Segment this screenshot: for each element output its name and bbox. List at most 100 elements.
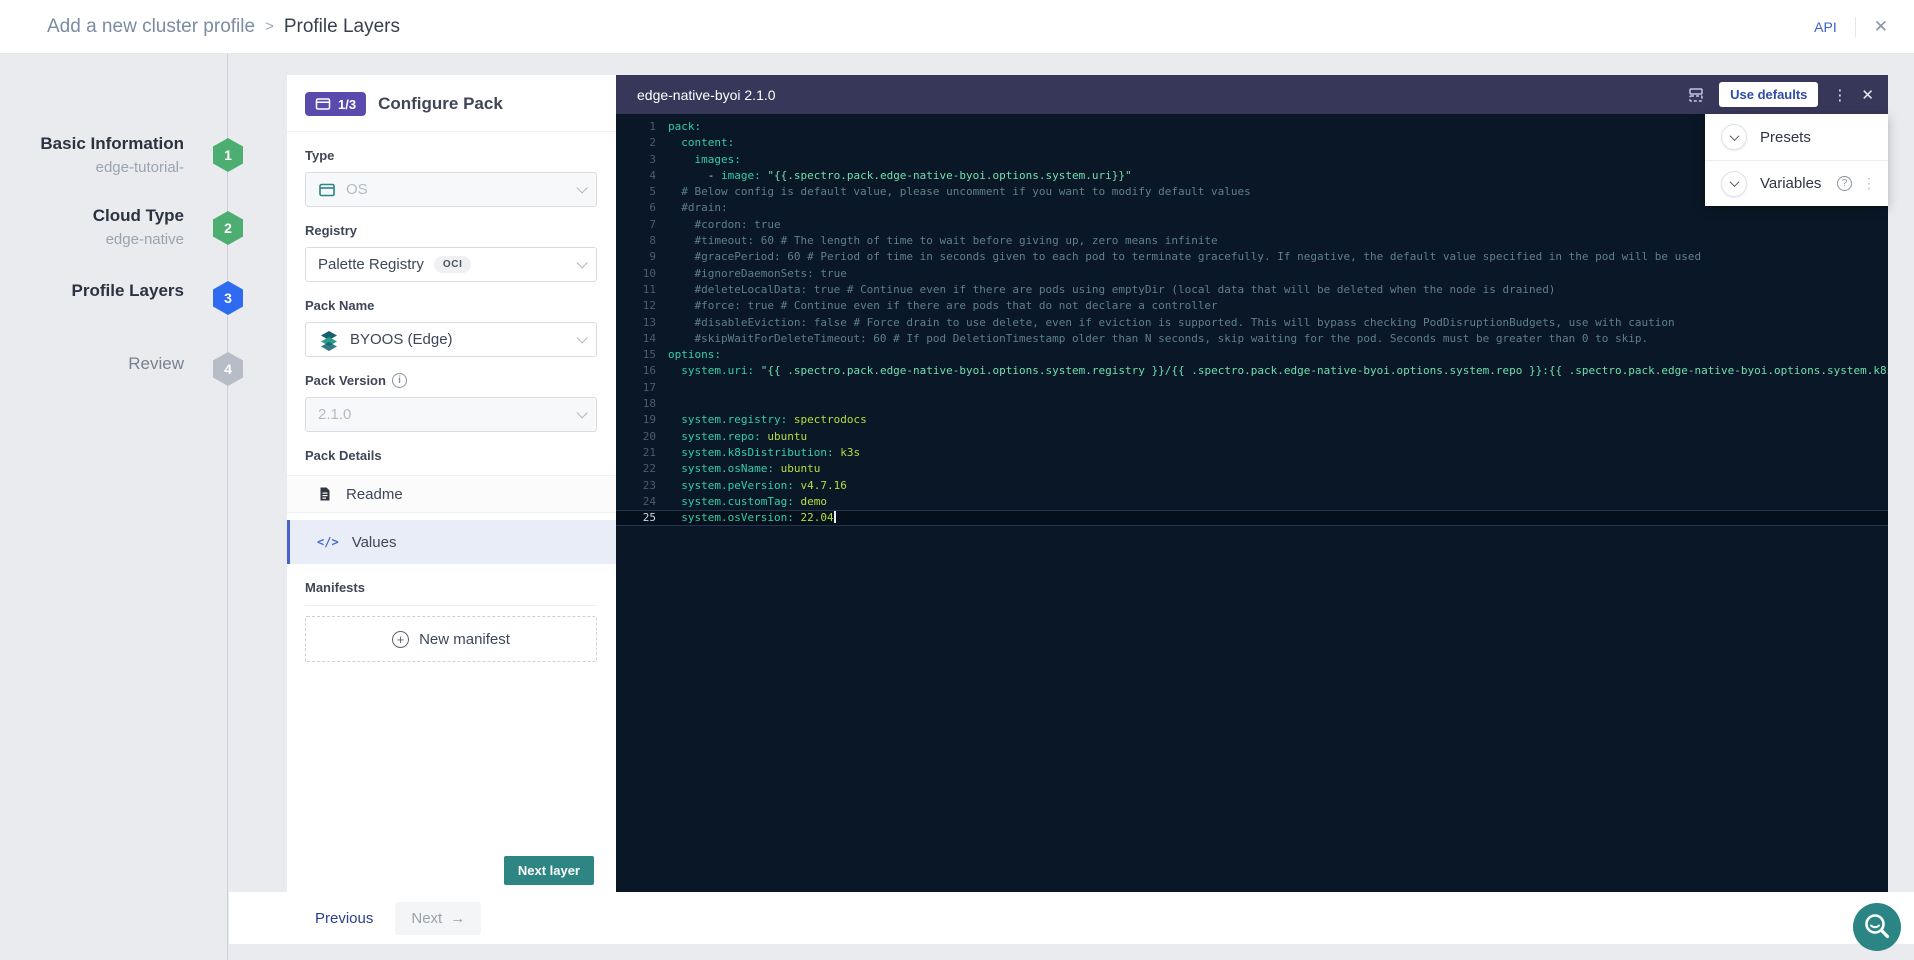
presets-row[interactable]: Presets — [1705, 114, 1888, 160]
add-cluster-profile-page: Add a new cluster profile > Profile Laye… — [0, 0, 1914, 960]
variables-expand-button[interactable] — [1721, 171, 1747, 197]
step-profile-layers[interactable]: Profile Layers — [72, 281, 184, 301]
code-line[interactable]: 6 #drain: — [616, 200, 1888, 216]
values-tab-label: Values — [352, 534, 397, 551]
code-line[interactable]: 11 #deleteLocalData: true # Continue eve… — [616, 282, 1888, 298]
code-line[interactable]: 14 #skipWaitForDeleteTimeout: 60 # If po… — [616, 331, 1888, 347]
step-review[interactable]: Review — [128, 354, 184, 374]
chevron-down-icon — [576, 182, 587, 193]
previous-button[interactable]: Previous — [315, 910, 373, 927]
code-line[interactable]: 1pack: — [616, 119, 1888, 135]
variables-row[interactable]: Variables ? ⋮ — [1705, 160, 1888, 206]
next-button-label: Next — [411, 910, 442, 927]
breadcrumb: Add a new cluster profile > Profile Laye… — [47, 16, 400, 38]
step-subtitle: edge-native — [93, 231, 184, 248]
editor-kebab-icon[interactable]: ⋮ — [1832, 86, 1847, 104]
step-indicator-1[interactable]: 1 — [213, 138, 243, 172]
code-line[interactable]: 15options: — [616, 347, 1888, 363]
new-manifest-label: New manifest — [419, 631, 510, 648]
help-widget-button[interactable] — [1853, 903, 1901, 951]
chevron-down-icon — [1729, 131, 1739, 141]
code-line[interactable]: 20 system.repo: ubuntu — [616, 429, 1888, 445]
variables-kebab-icon[interactable]: ⋮ — [1862, 175, 1876, 192]
code-line[interactable]: 2 content: — [616, 135, 1888, 151]
oci-badge: OCI — [434, 256, 472, 273]
new-manifest-button[interactable]: + New manifest — [305, 616, 597, 662]
info-icon[interactable]: i — [392, 373, 407, 388]
step-basic-information[interactable]: Basic Information edge-tutorial- — [40, 134, 184, 176]
code-line[interactable]: 17 — [616, 380, 1888, 396]
code-icon: </> — [317, 535, 339, 549]
os-pack-icon — [318, 181, 336, 199]
code-line[interactable]: 24 system.customTag: demo — [616, 494, 1888, 510]
step-indicator-2[interactable]: 2 — [213, 211, 243, 245]
editor-flyout-menu: Presets Variables ? ⋮ — [1705, 114, 1888, 206]
variables-label: Variables — [1760, 175, 1821, 192]
presets-expand-button[interactable] — [1721, 124, 1747, 150]
configure-pack-panel: 1/3 Configure Pack Type OS Registry Pale… — [287, 75, 616, 892]
pack-details-label: Pack Details — [305, 448, 597, 463]
text-cursor — [834, 511, 836, 523]
code-line[interactable]: 12 #force: true # Continue even if there… — [616, 298, 1888, 314]
code-line[interactable]: 10 #ignoreDaemonSets: true — [616, 266, 1888, 282]
code-line[interactable]: 8 #timeout: 60 # The length of time to w… — [616, 233, 1888, 249]
values-editor: edge-native-byoi 2.1.0 Use defaults ⋮ ✕ … — [616, 75, 1888, 892]
chevron-down-icon — [576, 257, 587, 268]
help-icon[interactable]: ? — [1837, 176, 1852, 191]
code-line[interactable]: 16 system.uri: "{{ .spectro.pack.edge-na… — [616, 363, 1888, 379]
topbar-divider — [1855, 17, 1856, 37]
page-title: Profile Layers — [284, 16, 400, 38]
wizard-footer: Previous Next → — [229, 892, 1914, 944]
next-button[interactable]: Next → — [395, 902, 481, 935]
chevron-down-icon — [1729, 177, 1739, 187]
editor-title: edge-native-byoi 2.1.0 — [637, 87, 776, 103]
manifests-label: Manifests — [305, 580, 597, 595]
pack-step-count: 1/3 — [338, 97, 356, 112]
code-line[interactable]: 3 images: — [616, 152, 1888, 168]
registry-select[interactable]: Palette Registry OCI — [305, 247, 597, 282]
step-number: 1 — [224, 147, 232, 163]
pack-name-label: Pack Name — [305, 298, 597, 313]
type-select[interactable]: OS — [305, 172, 597, 207]
pack-name-value: BYOOS (Edge) — [350, 331, 453, 348]
pack-version-value: 2.1.0 — [318, 406, 351, 423]
panel-divider — [287, 131, 616, 132]
code-line[interactable]: 23 system.peVersion: v4.7.16 — [616, 478, 1888, 494]
code-line[interactable]: 22 system.osName: ubuntu — [616, 461, 1888, 477]
yaml-code-area[interactable]: 1pack:2 content:3 images:4 - image: "{{.… — [616, 114, 1888, 892]
pack-version-select[interactable]: 2.1.0 — [305, 397, 597, 432]
step-indicator-3[interactable]: 3 — [213, 281, 243, 315]
use-defaults-button[interactable]: Use defaults — [1719, 82, 1818, 107]
code-line[interactable]: 4 - image: "{{.spectro.pack.edge-native-… — [616, 168, 1888, 184]
code-line[interactable]: 9 #gracePeriod: 60 # Period of time in s… — [616, 249, 1888, 265]
editor-close-icon[interactable]: ✕ — [1861, 86, 1874, 104]
values-tab[interactable]: </> Values — [287, 520, 616, 564]
pack-step-badge: 1/3 — [305, 92, 366, 116]
code-line[interactable]: 13 #disableEviction: false # Force drain… — [616, 315, 1888, 331]
step-title: Basic Information — [40, 134, 184, 154]
code-line[interactable]: 7 #cordon: true — [616, 217, 1888, 233]
chevron-down-icon — [576, 332, 587, 343]
manifests-divider — [305, 605, 597, 606]
code-line[interactable]: 5 # Below config is default value, pleas… — [616, 184, 1888, 200]
code-line[interactable]: 25 system.osVersion: 22.04 — [616, 510, 1888, 526]
diff-view-icon[interactable] — [1687, 86, 1705, 104]
step-number: 3 — [224, 290, 232, 306]
next-layer-button[interactable]: Next layer — [504, 856, 594, 885]
close-icon[interactable]: ✕ — [1874, 17, 1888, 37]
pack-version-label-text: Pack Version — [305, 373, 386, 388]
step-cloud-type[interactable]: Cloud Type edge-native — [93, 206, 184, 248]
chevron-down-icon — [576, 407, 587, 418]
code-line[interactable]: 18 — [616, 396, 1888, 412]
code-line[interactable]: 21 system.k8sDistribution: k3s — [616, 445, 1888, 461]
editor-header: edge-native-byoi 2.1.0 Use defaults ⋮ ✕ — [616, 75, 1888, 114]
breadcrumb-root[interactable]: Add a new cluster profile — [47, 16, 255, 38]
step-title: Cloud Type — [93, 206, 184, 226]
code-line[interactable]: 19 system.registry: spectrodocs — [616, 412, 1888, 428]
layers-icon — [315, 96, 331, 112]
pack-name-select[interactable]: BYOOS (Edge) — [305, 322, 597, 357]
step-title: Profile Layers — [72, 281, 184, 301]
api-link[interactable]: API — [1814, 19, 1837, 35]
step-indicator-4[interactable]: 4 — [213, 352, 243, 386]
readme-tab[interactable]: Readme — [287, 475, 616, 513]
